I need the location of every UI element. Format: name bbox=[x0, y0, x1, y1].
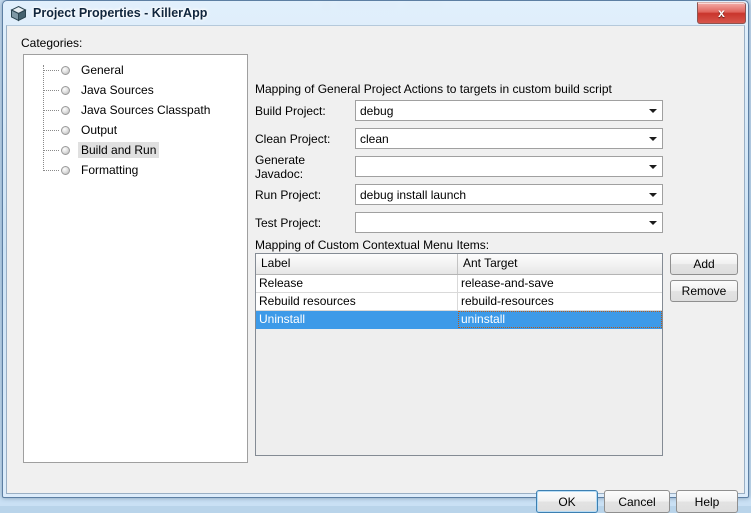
cell-ant-target[interactable]: uninstall bbox=[458, 311, 662, 328]
categories-tree[interactable]: General Java Sources Java Sources Classp… bbox=[23, 54, 248, 463]
sidebar-item-output[interactable]: Output bbox=[24, 120, 247, 140]
sidebar-item-label: Formatting bbox=[78, 162, 141, 178]
cell-label[interactable]: Rebuild resources bbox=[256, 293, 458, 310]
run-project-combo[interactable]: debug install launch bbox=[355, 184, 663, 205]
chevron-down-icon[interactable] bbox=[644, 221, 662, 225]
test-project-combo[interactable] bbox=[355, 212, 663, 233]
tree-node-icon bbox=[61, 166, 70, 175]
chevron-down-icon[interactable] bbox=[644, 165, 662, 169]
sidebar-item-label: Output bbox=[78, 122, 120, 138]
tree-branch-icon bbox=[43, 150, 59, 151]
generate-javadoc-label: Generate Javadoc: bbox=[255, 153, 355, 181]
clean-project-combo[interactable]: clean bbox=[355, 128, 663, 149]
tree-node-icon bbox=[61, 66, 70, 75]
chevron-down-icon[interactable] bbox=[644, 137, 662, 141]
contextual-menu-items-table[interactable]: Label Ant Target Release release-and-sav… bbox=[255, 253, 663, 456]
tree-root: General Java Sources Java Sources Classp… bbox=[24, 55, 247, 180]
table-row[interactable]: Rebuild resources rebuild-resources bbox=[256, 293, 662, 311]
field-row-build-project: Build Project: debug bbox=[255, 100, 663, 121]
table-body: Release release-and-save Rebuild resourc… bbox=[256, 275, 662, 456]
table-row[interactable]: Release release-and-save bbox=[256, 275, 662, 293]
project-properties-dialog: Project Properties - KillerApp x Categor… bbox=[2, 0, 749, 498]
column-header-label[interactable]: Label bbox=[256, 254, 458, 274]
field-row-run-project: Run Project: debug install launch bbox=[255, 184, 663, 205]
build-project-label: Build Project: bbox=[255, 104, 355, 118]
sidebar-item-java-sources[interactable]: Java Sources bbox=[24, 80, 247, 100]
tree-branch-icon bbox=[43, 70, 59, 71]
dialog-client-area: Categories: General Java Sources J bbox=[6, 25, 745, 494]
cell-ant-target[interactable]: rebuild-resources bbox=[458, 293, 662, 310]
cube-icon bbox=[10, 5, 27, 22]
table-row[interactable]: Uninstall uninstall bbox=[256, 311, 662, 329]
cancel-button[interactable]: Cancel bbox=[604, 490, 670, 513]
help-button[interactable]: Help bbox=[676, 490, 738, 513]
sidebar-item-label: General bbox=[78, 62, 127, 78]
close-button[interactable]: x bbox=[697, 2, 746, 24]
generate-javadoc-combo[interactable] bbox=[355, 156, 663, 177]
build-project-combo[interactable]: debug bbox=[355, 100, 663, 121]
chevron-down-icon[interactable] bbox=[644, 109, 662, 113]
field-row-clean-project: Clean Project: clean bbox=[255, 128, 663, 149]
clean-project-label: Clean Project: bbox=[255, 132, 355, 146]
close-icon: x bbox=[718, 7, 725, 19]
sidebar-item-label: Java Sources Classpath bbox=[78, 102, 213, 118]
tree-node-icon bbox=[61, 126, 70, 135]
sidebar-item-label: Java Sources bbox=[78, 82, 157, 98]
tree-branch-icon bbox=[43, 90, 59, 91]
table-header: Label Ant Target bbox=[256, 254, 662, 275]
sidebar-item-general[interactable]: General bbox=[24, 60, 247, 80]
run-project-label: Run Project: bbox=[255, 188, 355, 202]
field-row-generate-javadoc: Generate Javadoc: bbox=[255, 156, 663, 177]
section-title: Mapping of General Project Actions to ta… bbox=[255, 82, 612, 96]
ok-button[interactable]: OK bbox=[536, 490, 598, 513]
tree-node-icon bbox=[61, 86, 70, 95]
test-project-label: Test Project: bbox=[255, 216, 355, 230]
cell-label[interactable]: Release bbox=[256, 275, 458, 292]
sidebar-item-label: Build and Run bbox=[78, 142, 159, 158]
tree-branch-icon bbox=[43, 130, 59, 131]
table-empty-area bbox=[256, 329, 662, 456]
tree-branch-icon bbox=[43, 170, 59, 171]
column-header-ant-target[interactable]: Ant Target bbox=[458, 254, 662, 274]
build-project-value: debug bbox=[356, 104, 644, 118]
title-bar[interactable]: Project Properties - KillerApp x bbox=[3, 1, 748, 25]
chevron-down-icon[interactable] bbox=[644, 193, 662, 197]
window-title: Project Properties - KillerApp bbox=[33, 6, 207, 20]
cell-ant-target[interactable]: release-and-save bbox=[458, 275, 662, 292]
sidebar-item-java-sources-classpath[interactable]: Java Sources Classpath bbox=[24, 100, 247, 120]
sidebar-item-formatting[interactable]: Formatting bbox=[24, 160, 247, 180]
cell-label[interactable]: Uninstall bbox=[256, 311, 458, 328]
categories-label: Categories: bbox=[21, 36, 82, 50]
tree-branch-icon bbox=[43, 110, 59, 111]
remove-button[interactable]: Remove bbox=[670, 280, 738, 302]
add-button[interactable]: Add bbox=[670, 253, 738, 275]
field-row-test-project: Test Project: bbox=[255, 212, 663, 233]
clean-project-value: clean bbox=[356, 132, 644, 146]
tree-node-icon bbox=[61, 146, 70, 155]
project-actions-form: Build Project: debug Clean Project: clea… bbox=[255, 100, 663, 240]
table-title: Mapping of Custom Contextual Menu Items: bbox=[255, 238, 489, 252]
run-project-value: debug install launch bbox=[356, 188, 644, 202]
tree-node-icon bbox=[61, 106, 70, 115]
sidebar-item-build-and-run[interactable]: Build and Run bbox=[24, 140, 247, 160]
